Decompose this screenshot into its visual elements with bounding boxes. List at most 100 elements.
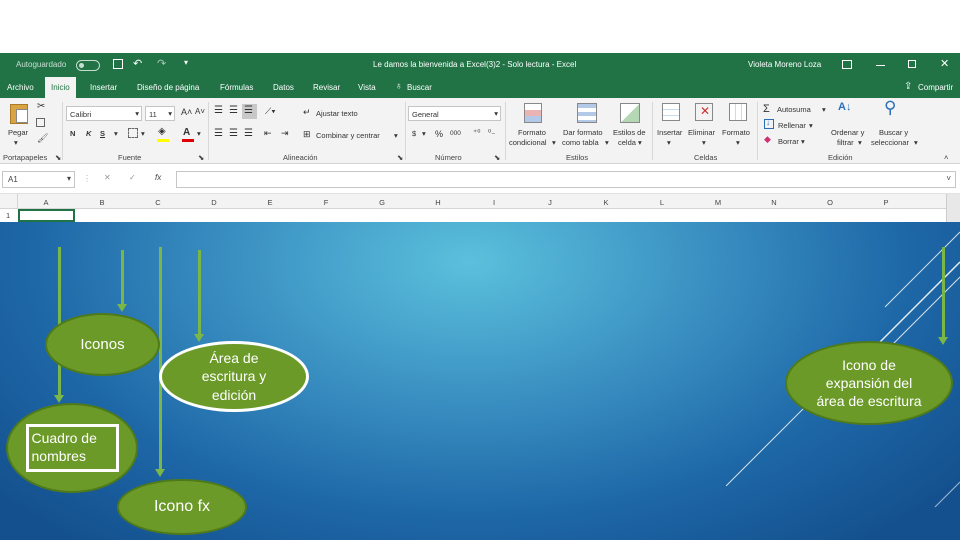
column-header[interactable]: C	[130, 198, 186, 207]
align-middle-icon[interactable]: ☰	[229, 105, 238, 116]
sort-filter-label-2[interactable]: filtrar	[837, 138, 854, 147]
chevron-down-icon[interactable]: ▾	[822, 105, 826, 114]
bold-button[interactable]: N	[70, 129, 75, 138]
autosum-button[interactable]: Autosuma	[777, 105, 811, 114]
decrease-decimal-icon[interactable]: ⁰₋	[488, 128, 495, 137]
column-header[interactable]: B	[74, 198, 130, 207]
delete-cells-button[interactable]: Eliminar	[688, 128, 715, 137]
find-select-icon[interactable]: ⚲	[884, 98, 896, 118]
chevron-down-icon[interactable]: ▾	[809, 121, 813, 130]
cut-icon[interactable]: ✂	[37, 101, 45, 112]
column-header[interactable]: M	[690, 198, 746, 207]
dialog-launcher-icon[interactable]: ⬊	[494, 153, 500, 162]
find-select-label-2[interactable]: seleccionar	[871, 138, 909, 147]
paste-button[interactable]: Pegar	[8, 128, 28, 137]
tab-diseno[interactable]: Diseño de página	[137, 83, 199, 92]
dialog-launcher-icon[interactable]: ⬊	[397, 153, 403, 162]
conditional-format-label-2[interactable]: condicional	[509, 138, 547, 147]
user-name[interactable]: Violeta Moreno Loza	[748, 60, 821, 69]
format-painter-icon[interactable]: 🖌	[37, 133, 48, 144]
tab-revisar[interactable]: Revisar	[313, 83, 340, 92]
format-as-table-label-1[interactable]: Dar formato	[563, 128, 603, 137]
column-header[interactable]: O	[802, 198, 858, 207]
column-header[interactable]: E	[242, 198, 298, 207]
tab-datos[interactable]: Datos	[273, 83, 294, 92]
formula-input[interactable]: ˅	[176, 171, 956, 188]
thousands-button[interactable]: 000	[450, 130, 461, 137]
currency-dropdown-icon[interactable]: ▾	[422, 129, 426, 138]
cell-styles-label-1[interactable]: Estilos de	[613, 128, 646, 137]
chevron-down-icon[interactable]: ▾	[858, 138, 862, 147]
chevron-down-icon[interactable]: ▾	[736, 138, 740, 147]
format-as-table-label-2[interactable]: como tabla	[562, 138, 599, 147]
cancel-entry-icon[interactable]: ✕	[104, 173, 111, 182]
align-center-icon[interactable]: ☰	[229, 128, 238, 139]
tab-archivo[interactable]: Archivo	[7, 83, 34, 92]
merge-dropdown-icon[interactable]: ▾	[394, 131, 398, 140]
delete-cells-icon[interactable]: ✕	[695, 103, 713, 121]
copy-icon[interactable]	[36, 118, 45, 127]
column-header[interactable]: N	[746, 198, 802, 207]
chevron-down-icon[interactable]: ▾	[552, 138, 556, 147]
column-header[interactable]: H	[410, 198, 466, 207]
decrease-indent-icon[interactable]: ⇤	[264, 128, 272, 139]
dialog-launcher-icon[interactable]: ⬊	[198, 153, 204, 162]
name-box[interactable]: A1 ▾	[2, 171, 75, 188]
share-button[interactable]: Compartir	[918, 83, 953, 92]
column-header[interactable]: F	[298, 198, 354, 207]
fill-color-icon[interactable]: ◈	[158, 126, 166, 137]
align-right-icon[interactable]: ☰	[244, 128, 253, 139]
orientation-icon[interactable]: ⟋▾	[265, 106, 276, 117]
restore-icon[interactable]	[908, 60, 916, 68]
dialog-launcher-icon[interactable]: ⬊	[55, 153, 61, 162]
font-name-select[interactable]: Calibri ▾	[66, 106, 142, 121]
scroll-up-icon[interactable]: ▲	[950, 196, 960, 203]
column-header[interactable]: L	[634, 198, 690, 207]
undo-icon[interactable]: ↶	[133, 57, 142, 70]
chevron-down-icon[interactable]: ▾	[638, 138, 642, 147]
sort-filter-icon[interactable]: A↓	[838, 101, 851, 113]
chevron-down-icon[interactable]: ▾	[801, 137, 805, 146]
merge-center-button[interactable]: Combinar y centrar	[316, 131, 380, 140]
find-select-label-1[interactable]: Buscar y	[879, 128, 908, 137]
font-color-icon[interactable]: A	[183, 127, 190, 138]
font-color-dropdown-icon[interactable]: ▾	[197, 129, 201, 138]
insert-function-button[interactable]: fx	[155, 173, 161, 182]
number-format-select[interactable]: General ▾	[408, 106, 501, 121]
wrap-text-button[interactable]: Ajustar texto	[316, 109, 358, 118]
active-cell-a1[interactable]	[18, 209, 75, 222]
underline-button[interactable]: S	[100, 129, 105, 138]
decrease-font-icon[interactable]: A˅	[195, 107, 205, 116]
insert-cells-icon[interactable]	[662, 103, 680, 121]
autosave-toggle[interactable]	[76, 60, 100, 71]
column-header[interactable]: P	[858, 198, 914, 207]
tab-buscar[interactable]: Buscar	[407, 83, 432, 92]
column-header[interactable]: K	[578, 198, 634, 207]
paste-dropdown-icon[interactable]: ▾	[14, 138, 18, 147]
format-cells-icon[interactable]	[729, 103, 747, 121]
vertical-scrollbar[interactable]: ▲	[946, 194, 960, 222]
chevron-down-icon[interactable]: ▾	[605, 138, 609, 147]
align-left-icon[interactable]: ☰	[214, 128, 223, 139]
column-header[interactable]: D	[186, 198, 242, 207]
paste-icon[interactable]	[10, 104, 28, 124]
italic-button[interactable]: K	[86, 129, 91, 138]
borders-dropdown-icon[interactable]: ▾	[141, 129, 145, 138]
ribbon-display-options-icon[interactable]	[842, 60, 852, 69]
column-header[interactable]: G	[354, 198, 410, 207]
increase-decimal-icon[interactable]: ⁺⁰	[473, 128, 480, 137]
tab-formulas[interactable]: Fórmulas	[220, 83, 253, 92]
tab-insertar[interactable]: Insertar	[90, 83, 117, 92]
column-header[interactable]: I	[466, 198, 522, 207]
clear-button[interactable]: Borrar	[778, 137, 799, 146]
increase-font-icon[interactable]: A˄	[181, 107, 192, 117]
format-as-table-icon[interactable]	[577, 103, 597, 123]
tab-inicio[interactable]: Inicio	[45, 77, 76, 98]
underline-dropdown-icon[interactable]: ▾	[114, 129, 118, 138]
font-size-select[interactable]: 11 ▾	[145, 106, 175, 121]
conditional-format-icon[interactable]	[524, 103, 542, 123]
borders-icon[interactable]	[128, 128, 138, 138]
chevron-down-icon[interactable]: ▾	[914, 138, 918, 147]
currency-button[interactable]: $	[412, 129, 416, 138]
close-icon[interactable]: ✕	[940, 57, 949, 70]
